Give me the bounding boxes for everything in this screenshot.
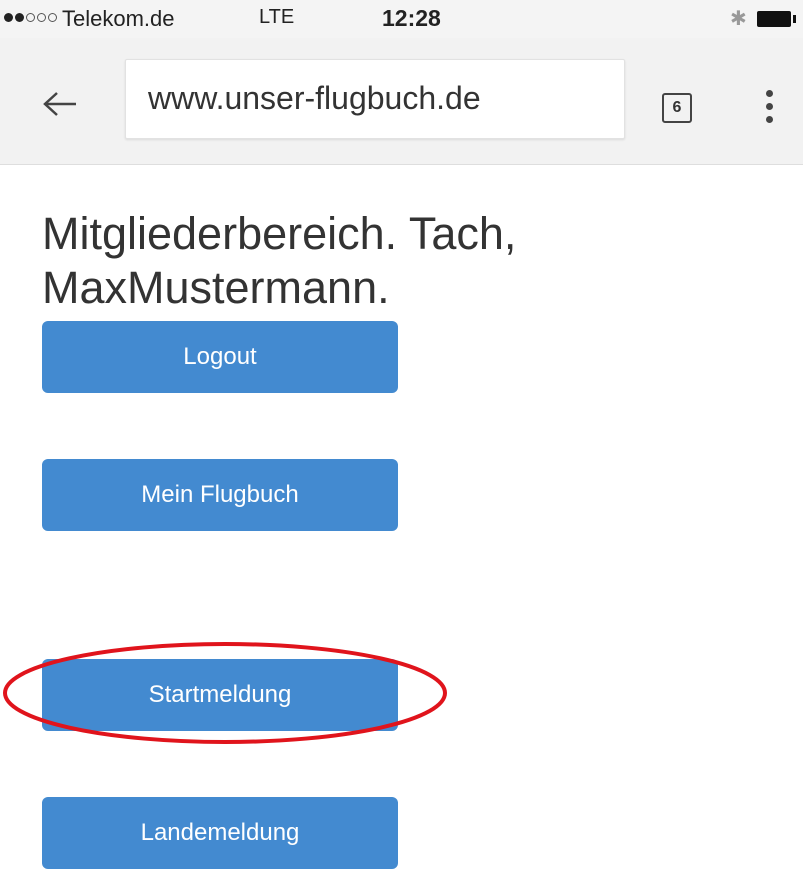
network-type: LTE <box>259 6 295 28</box>
overflow-menu-icon[interactable] <box>765 90 775 130</box>
bluetooth-icon: ✱ <box>730 8 747 30</box>
landemeldung-button[interactable]: Landemeldung <box>42 797 398 869</box>
url-text: www.unser-flugbuch.de <box>148 80 481 116</box>
back-arrow-icon[interactable] <box>42 91 78 117</box>
status-time: 12:28 <box>382 5 441 31</box>
page-title: Mitgliederbereich. Tach, MaxMustermann. <box>42 208 517 313</box>
carrier-name: Telekom.de <box>62 6 175 31</box>
status-bar: Telekom.de LTE 12:28 ✱ <box>0 0 803 38</box>
tab-switcher-icon[interactable]: 6 <box>662 93 692 123</box>
startmeldung-button[interactable]: Startmeldung <box>42 659 398 731</box>
address-bar[interactable]: www.unser-flugbuch.de <box>125 59 625 139</box>
browser-toolbar: www.unser-flugbuch.de 6 <box>0 38 803 165</box>
mein-flugbuch-button[interactable]: Mein Flugbuch <box>42 459 398 531</box>
logout-button[interactable]: Logout <box>42 321 398 393</box>
signal-strength-icon <box>4 13 57 22</box>
battery-icon <box>757 11 796 27</box>
